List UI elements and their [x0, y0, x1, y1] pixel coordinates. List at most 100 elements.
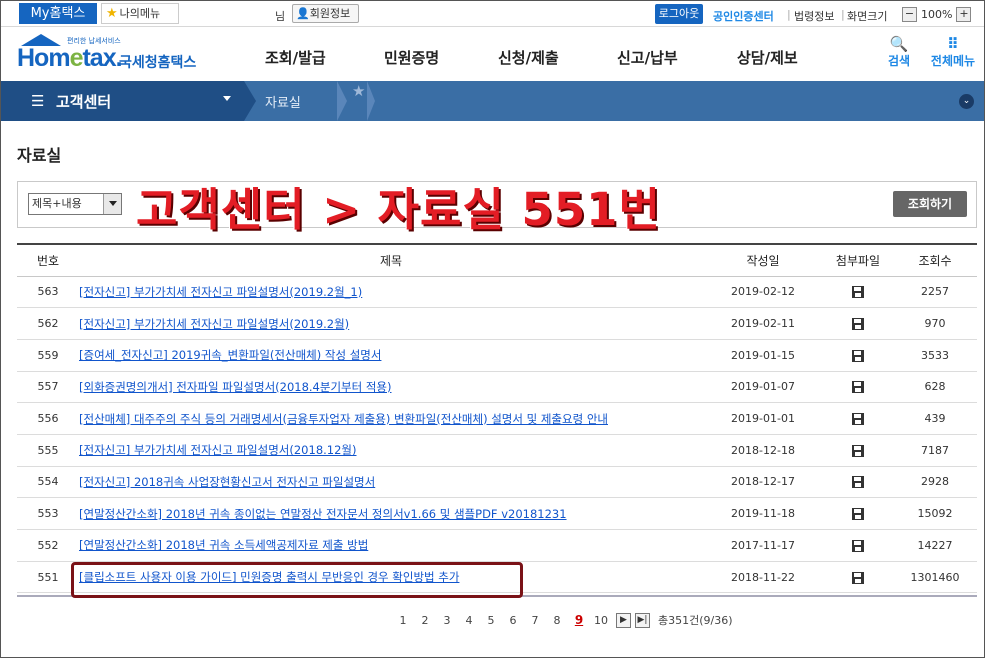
row-title-link[interactable]: [연말정산간소화] 2018년 귀속 소득세액공제자료 제출 방법 — [79, 538, 368, 552]
collapse-toggle-icon[interactable]: ⌄ — [959, 94, 974, 109]
row-attachment — [823, 307, 893, 340]
page-link[interactable]: 8 — [546, 614, 568, 627]
save-icon[interactable] — [852, 413, 864, 426]
row-title-link[interactable]: [증여세_전자신고] 2019귀속_변환파일(전산매체) 작성 설명서 — [79, 348, 381, 362]
row-number: 556 — [17, 402, 79, 435]
row-views: 2257 — [893, 276, 977, 309]
nav-report-pay[interactable]: 신고/납부 — [617, 47, 678, 68]
last-page-button[interactable]: ▶| — [635, 612, 650, 628]
zoom-out-button[interactable]: − — [902, 6, 917, 22]
row-number: 552 — [17, 529, 79, 562]
search-type-value: 제목+내용 — [32, 197, 82, 210]
hometax-logo[interactable]: 편리한 납세서비스 Hometax. 국세청홈택스 — [17, 34, 207, 74]
row-title-link[interactable]: [연말정산간소화] 2018년 귀속 종이없는 연말정산 전자문서 정의서v1.… — [79, 507, 567, 521]
row-title-cell: [전자신고] 2018귀속 사업장현황신고서 전자신고 파일설명서 — [79, 466, 703, 499]
pagination-total: 총351건(9/36) — [658, 614, 733, 627]
row-title-cell: [전산매체] 대주주의 주식 등의 거래명세서(금융투자업자 제출용) 변환파일… — [79, 402, 703, 435]
save-icon[interactable] — [852, 318, 864, 331]
row-title-link[interactable]: [전산매체] 대주주의 주식 등의 거래명세서(금융투자업자 제출용) 변환파일… — [79, 412, 608, 426]
row-title-cell: [전자신고] 부가가치세 전자신고 파일설명서(2019.2월_1) — [79, 276, 703, 309]
row-date: 2019-02-11 — [703, 307, 823, 340]
search-button-label: 검색 — [887, 54, 911, 68]
search-submit-button[interactable]: 조회하기 — [893, 191, 967, 217]
my-menu-button[interactable]: ★ 나의메뉴 — [101, 3, 179, 24]
logo-wordmark-part: tax. — [82, 44, 122, 72]
save-icon[interactable] — [852, 381, 864, 394]
row-attachment — [823, 466, 893, 499]
search-button[interactable]: 🔍 검색 — [879, 36, 919, 69]
row-views: 1301460 — [893, 561, 977, 594]
logout-button[interactable]: 로그아웃 — [655, 4, 703, 24]
save-icon[interactable] — [852, 508, 864, 521]
row-title-link[interactable]: [외화증권명의개서] 전자파일 파일설명서(2018.4분기부터 적용) — [79, 380, 392, 394]
search-box: 제목+내용 고객센터 > 자료실 551번 조회하기 — [17, 181, 977, 236]
breadcrumb-current[interactable]: 자료실 — [265, 92, 301, 111]
column-header-file: 첨부파일 — [823, 243, 893, 277]
column-header-no: 번호 — [17, 243, 79, 277]
all-menu-button[interactable]: ⠿ 전체메뉴 — [929, 36, 977, 69]
nav-inquiry-issue[interactable]: 조회/발급 — [265, 47, 326, 68]
row-views: 628 — [893, 371, 977, 404]
page-link[interactable]: 7 — [524, 614, 546, 627]
cert-center-link[interactable]: 공인인증센터 — [713, 8, 774, 24]
page-link[interactable]: 5 — [480, 614, 502, 627]
my-menu-label: 나의메뉴 — [119, 7, 161, 20]
my-hometax-button[interactable]: My홈택스 — [19, 3, 97, 24]
row-title-link[interactable]: [전자신고] 2018귀속 사업장현황신고서 전자신고 파일설명서 — [79, 475, 375, 489]
save-icon[interactable] — [852, 286, 864, 299]
page-link[interactable]: 6 — [502, 614, 524, 627]
table-bottom-border — [17, 595, 977, 597]
pagination: 1 2 3 4 5 6 7 8 9 10 ▶ ▶| 총351건(9/36) — [392, 612, 733, 628]
row-title-link[interactable]: [전자신고] 부가가치세 전자신고 파일설명서(2019.2월_1) — [79, 285, 362, 299]
row-title-cell: [연말정산간소화] 2018년 귀속 종이없는 연말정산 전자문서 정의서v1.… — [79, 497, 703, 530]
row-attachment — [823, 561, 893, 594]
zoom-control: − 100% + — [902, 6, 972, 22]
row-date: 2018-11-22 — [703, 561, 823, 594]
zoom-value: 100% — [921, 7, 953, 21]
row-date: 2019-01-01 — [703, 402, 823, 435]
table-header-row: 번호 제목 작성일 첨부파일 조회수 — [17, 243, 977, 277]
row-views: 970 — [893, 307, 977, 340]
divider: | — [787, 8, 791, 21]
row-number: 555 — [17, 434, 79, 467]
table-row: 553 [연말정산간소화] 2018년 귀속 종이없는 연말정산 전자문서 정의서… — [17, 497, 977, 530]
search-type-select[interactable]: 제목+내용 — [28, 193, 122, 215]
column-header-title: 제목 — [79, 243, 703, 277]
nav-consult-report[interactable]: 상담/제보 — [737, 47, 798, 68]
row-attachment — [823, 276, 893, 309]
save-icon[interactable] — [852, 444, 864, 457]
section-dropdown[interactable]: ☰ 고객센터 — [1, 81, 244, 121]
row-title-link[interactable]: [전자신고] 부가가치세 전자신고 파일설명서(2018.12월) — [79, 443, 357, 457]
nav-civil-certificate[interactable]: 민원증명 — [384, 47, 439, 68]
row-title-link[interactable]: [클립소프트 사용자 이용 가이드] 민원증명 출력시 무반응인 경우 확인방법… — [79, 570, 459, 584]
page-link[interactable]: 1 — [392, 614, 414, 627]
law-info-link[interactable]: 법령정보 — [794, 8, 834, 24]
breadcrumb-arrow — [367, 81, 375, 121]
row-date: 2018-12-17 — [703, 466, 823, 499]
table-row: 557 [외화증권명의개서] 전자파일 파일설명서(2018.4분기부터 적용) 2… — [17, 371, 977, 404]
save-icon[interactable] — [852, 349, 864, 362]
save-icon[interactable] — [852, 539, 864, 552]
row-number: 559 — [17, 339, 79, 372]
star-icon: ★ — [106, 6, 118, 21]
favorite-star-icon[interactable]: ★ — [352, 82, 365, 100]
page-link[interactable]: 3 — [436, 614, 458, 627]
row-date: 2019-02-12 — [703, 276, 823, 309]
save-icon[interactable] — [852, 476, 864, 489]
nav-apply-submit[interactable]: 신청/제출 — [498, 47, 559, 68]
page-link[interactable]: 10 — [590, 614, 612, 627]
table-row: 562 [전자신고] 부가가치세 전자신고 파일설명서(2019.2월) 2019-… — [17, 307, 977, 340]
row-title-link[interactable]: [전자신고] 부가가치세 전자신고 파일설명서(2019.2월) — [79, 317, 349, 331]
page-link[interactable]: 4 — [458, 614, 480, 627]
row-number: 562 — [17, 307, 79, 340]
save-icon[interactable] — [852, 571, 864, 584]
table-row: 554 [전자신고] 2018귀속 사업장현황신고서 전자신고 파일설명서 2018… — [17, 466, 977, 499]
row-title-cell: [증여세_전자신고] 2019귀속_변환파일(전산매체) 작성 설명서 — [79, 339, 703, 372]
page-link[interactable]: 2 — [414, 614, 436, 627]
next-page-button[interactable]: ▶ — [616, 612, 631, 628]
page-link-current[interactable]: 9 — [568, 613, 590, 627]
row-date: 2019-11-18 — [703, 497, 823, 530]
zoom-in-button[interactable]: + — [956, 6, 972, 22]
member-info-button[interactable]: 👤회원정보 — [292, 4, 359, 23]
chevron-down-icon — [103, 194, 121, 214]
